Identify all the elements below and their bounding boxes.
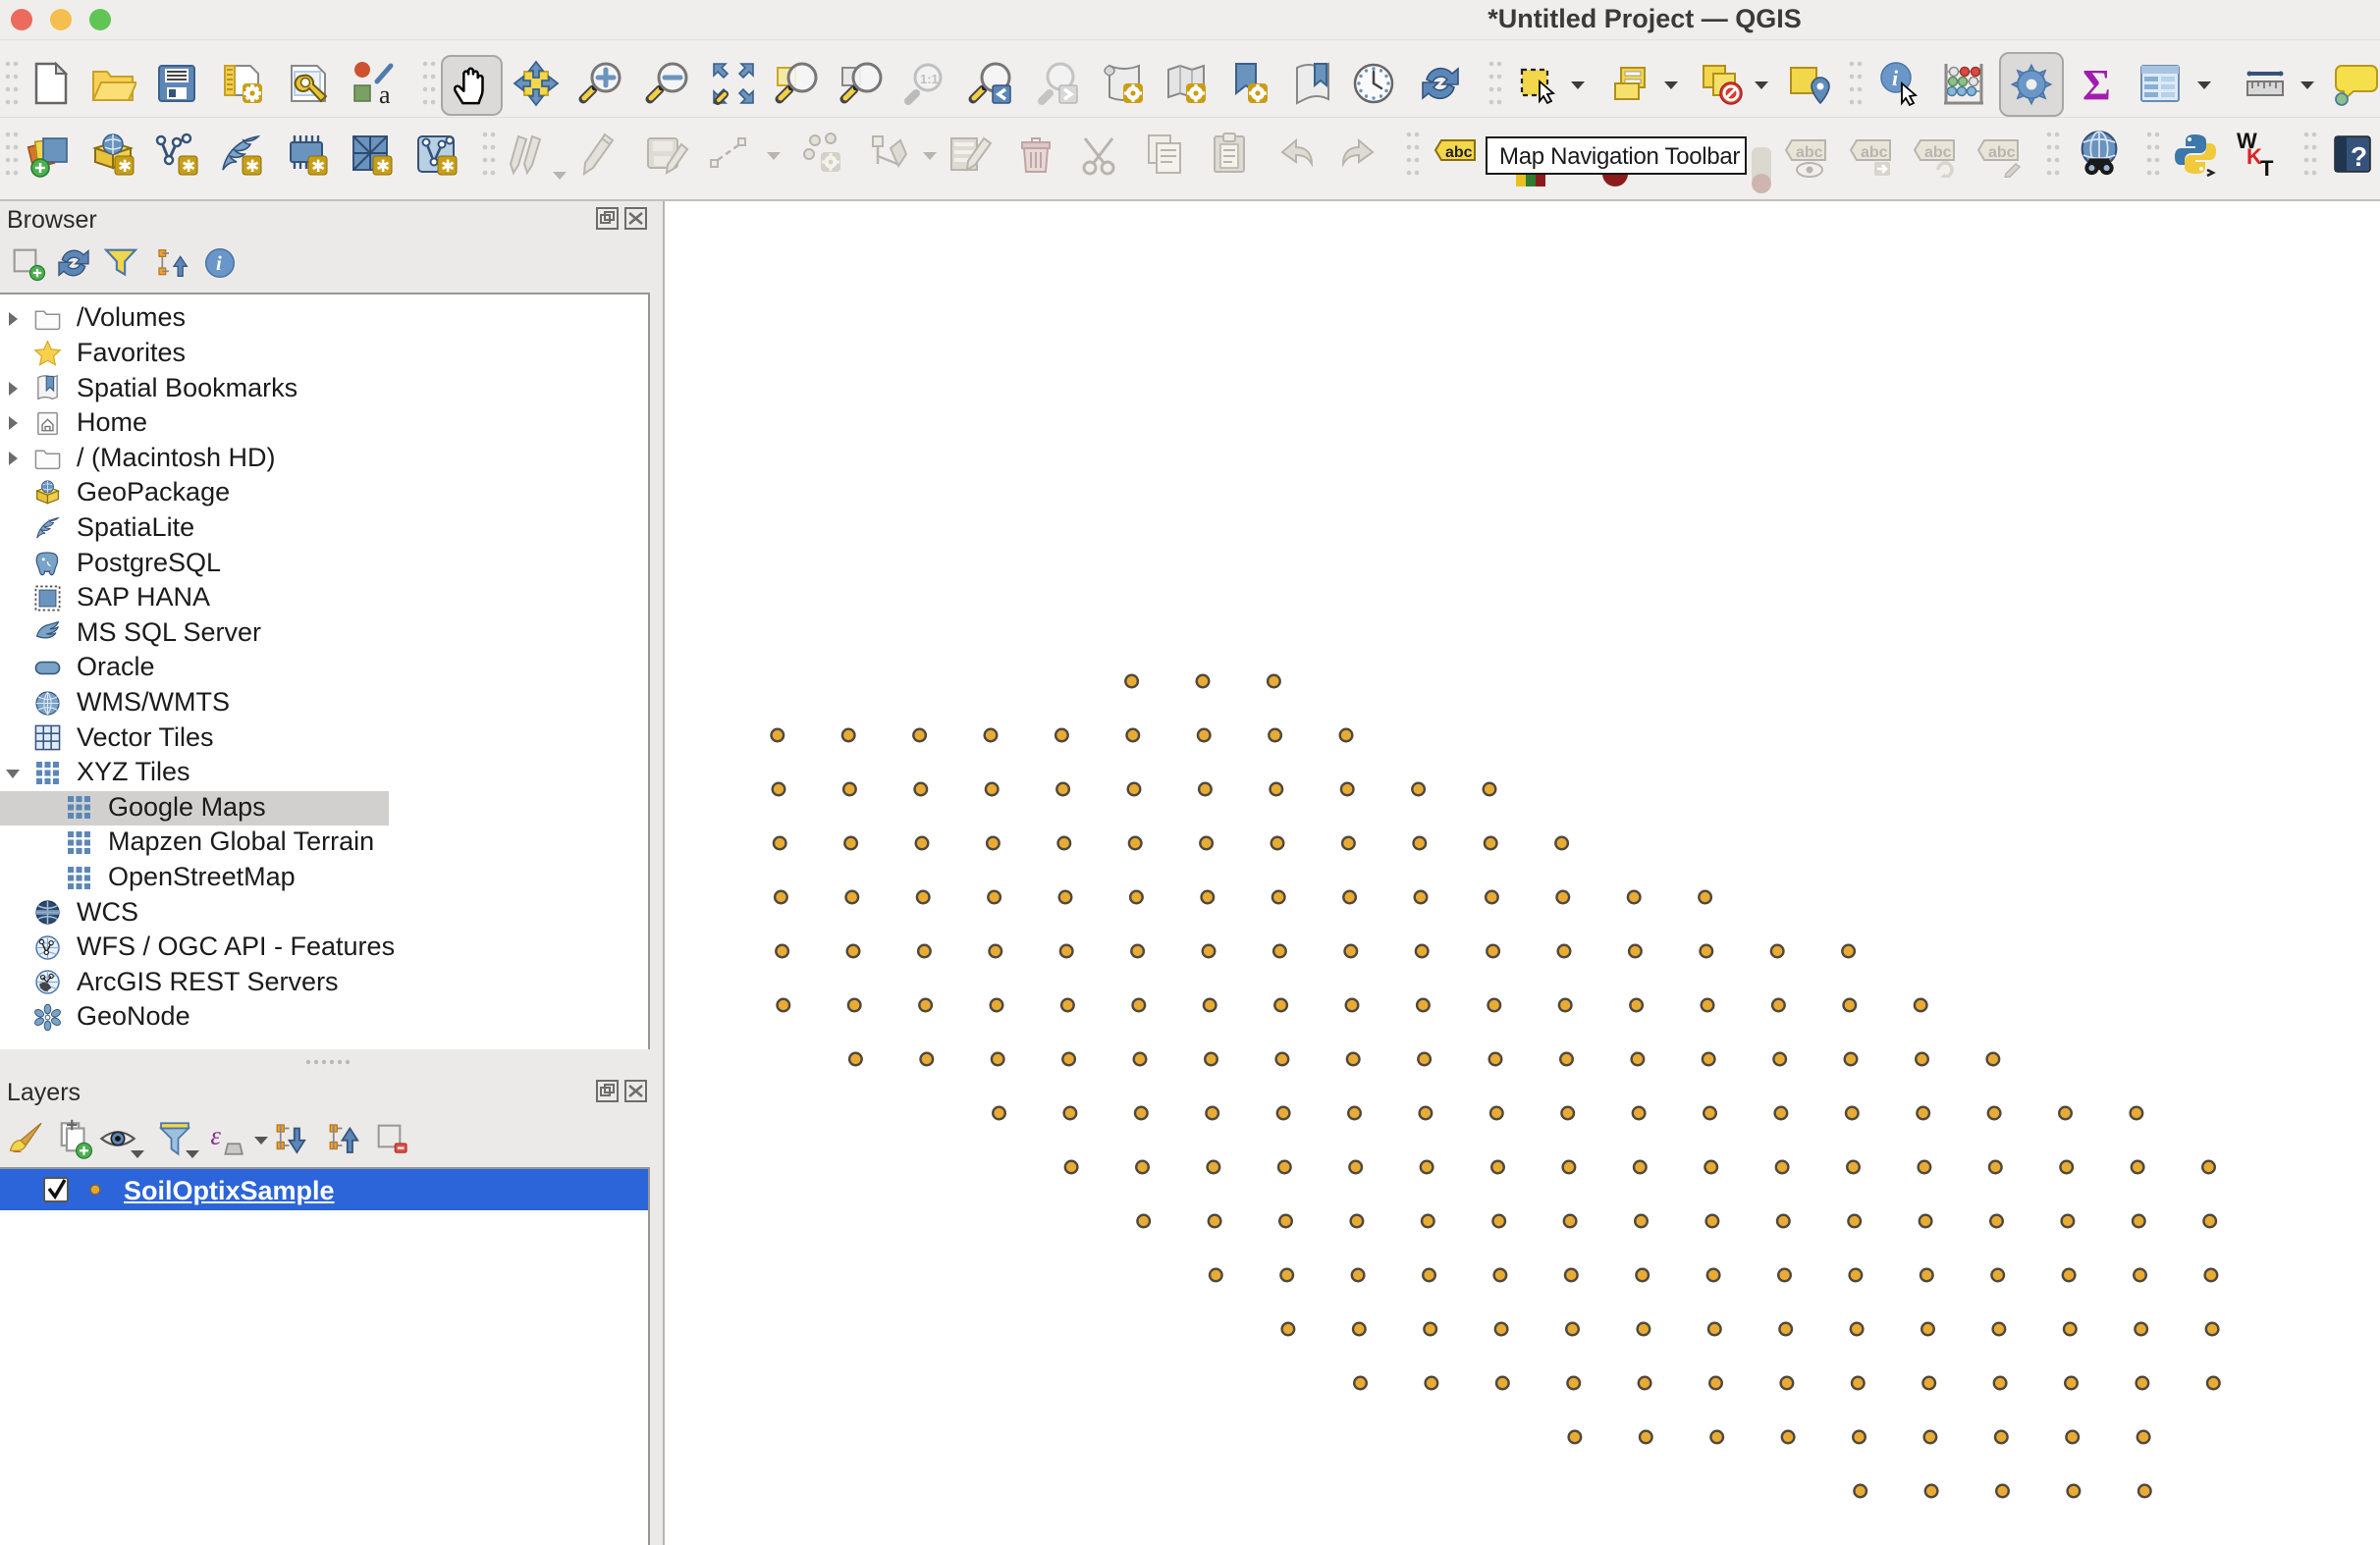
svg-text:ε: ε bbox=[211, 1121, 222, 1149]
svg-text:✱: ✱ bbox=[441, 157, 455, 176]
svg-text:Σ: Σ bbox=[2082, 61, 2111, 107]
svg-text:a: a bbox=[379, 80, 391, 107]
svg-text:abc: abc bbox=[1796, 144, 1823, 161]
svg-text:abc: abc bbox=[1861, 144, 1888, 161]
svg-text:1:1: 1:1 bbox=[920, 72, 939, 86]
svg-text:✱: ✱ bbox=[245, 157, 259, 176]
svg-text:i: i bbox=[216, 253, 222, 275]
svg-text:?: ? bbox=[2351, 141, 2367, 172]
svg-text:i: i bbox=[1892, 66, 1899, 90]
svg-text:✱: ✱ bbox=[311, 157, 325, 176]
svg-text:✱: ✱ bbox=[376, 157, 390, 176]
svg-text:abc: abc bbox=[1445, 144, 1473, 161]
svg-text:abc: abc bbox=[1988, 144, 2016, 161]
svg-text:✱: ✱ bbox=[182, 157, 195, 176]
svg-text:T: T bbox=[2260, 156, 2274, 178]
svg-text:abc: abc bbox=[1924, 144, 1952, 161]
svg-text:✱: ✱ bbox=[118, 157, 132, 176]
